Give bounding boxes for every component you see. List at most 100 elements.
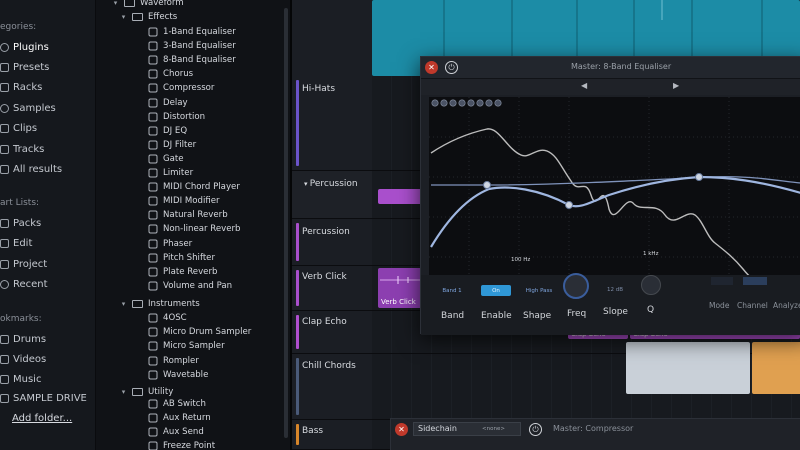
q-knob[interactable]	[641, 275, 661, 295]
folder-icon	[0, 374, 9, 384]
tree-item[interactable]: Micro Sampler	[148, 339, 225, 353]
tree-item-label: 3-Band Equaliser	[163, 41, 236, 52]
sidechain-field[interactable]: Sidechain <none>	[413, 422, 521, 436]
track-header-percussion-folder[interactable]: ▾ Percussion	[292, 171, 372, 219]
tree-item[interactable]: Non-linear Reverb	[148, 222, 241, 236]
band-selector[interactable]: Band 1	[437, 285, 467, 296]
track-header-hi-hats[interactable]: Hi-Hats	[292, 76, 372, 171]
category-tracks[interactable]: Tracks	[0, 140, 44, 158]
tree-item[interactable]: Freeze Point	[148, 439, 215, 450]
tree-item[interactable]: Wavetable	[148, 368, 208, 382]
category-all-results[interactable]: All results	[0, 160, 62, 178]
category-presets[interactable]: Presets	[0, 58, 49, 76]
track-header-percussion[interactable]: Percussion	[292, 219, 372, 266]
shape-selector[interactable]: High Pass	[521, 285, 557, 296]
category-plugins[interactable]: Plugins	[0, 38, 49, 56]
results-icon	[0, 164, 9, 174]
enable-toggle[interactable]: On	[481, 285, 511, 296]
bookmark-drums[interactable]: Drums	[0, 330, 46, 348]
clip-verb-click[interactable]: Verb Click	[378, 268, 422, 308]
tree-folder-effects[interactable]: ▾ Effects	[120, 10, 177, 24]
smart-list-project[interactable]: Project	[0, 255, 47, 273]
rack-icon	[0, 82, 9, 92]
tree-item[interactable]: AB Switch	[148, 397, 206, 411]
tree-item[interactable]: Plate Reverb	[148, 265, 217, 279]
chevron-down-icon: ▾	[113, 0, 118, 7]
smart-list-recent[interactable]: Recent	[0, 275, 48, 293]
chevron-down-icon: ▾	[121, 300, 126, 308]
track-header-bass[interactable]: Bass	[292, 420, 372, 450]
tree-item[interactable]: DJ Filter	[148, 138, 196, 152]
category-racks[interactable]: Racks	[0, 78, 42, 96]
tree-item[interactable]: MIDI Modifier	[148, 194, 220, 208]
tree-item[interactable]: Distortion	[148, 110, 205, 124]
previous-arrow-icon[interactable]: ◀	[581, 81, 587, 90]
channel-selector[interactable]	[743, 277, 767, 285]
tree-item[interactable]: Natural Reverb	[148, 208, 228, 222]
smart-list-packs[interactable]: Packs	[0, 214, 41, 232]
tree-item[interactable]: Limiter	[148, 166, 193, 180]
smart-list-edit[interactable]: Edit	[0, 234, 32, 252]
track-lane-chill-chords[interactable]	[372, 342, 800, 420]
tree-item[interactable]: Pitch Shifter	[148, 251, 215, 265]
tree-item[interactable]: 8-Band Equaliser	[148, 53, 236, 67]
q-label: Q	[647, 305, 655, 315]
clip-percussion[interactable]	[378, 189, 422, 204]
category-label: Samples	[13, 102, 56, 114]
eq-titlebar[interactable]: ✕ ⏻ Master: 8-Band Equaliser	[421, 57, 800, 79]
track-header-clap-echo[interactable]: Clap Echo	[292, 311, 372, 354]
power-icon[interactable]: ⏻	[445, 61, 458, 74]
folder-icon	[132, 13, 143, 21]
tree-root-waveform[interactable]: ▾ Waveform	[112, 0, 184, 10]
tree-item[interactable]: Aux Return	[148, 411, 211, 425]
track-header-chill-chords[interactable]: Chill Chords	[292, 354, 372, 420]
smart-list-label: Packs	[13, 217, 42, 229]
preset-icon	[0, 62, 9, 72]
plugin-icon	[148, 69, 158, 79]
plugin-icon	[148, 98, 158, 108]
track-name: Bass	[302, 426, 324, 436]
close-icon[interactable]: ✕	[395, 423, 408, 436]
category-samples[interactable]: Samples	[0, 99, 56, 117]
add-folder-link[interactable]: Add folder...	[12, 409, 72, 427]
tree-item[interactable]: MIDI Chord Player	[148, 180, 240, 194]
tree-item[interactable]: Gate	[148, 152, 184, 166]
tree-item[interactable]: Micro Drum Sampler	[148, 325, 251, 339]
track-header-verb-click[interactable]: Verb Click	[292, 266, 372, 311]
tree-item[interactable]: Delay	[148, 96, 188, 110]
tree-item[interactable]: DJ EQ	[148, 124, 187, 138]
category-label: Tracks	[13, 143, 45, 155]
tree-item-label: Compressor	[163, 83, 215, 94]
tree-item[interactable]: 1-Band Equaliser	[148, 25, 236, 39]
bookmark-sample-drive[interactable]: SAMPLE DRIVE	[0, 389, 87, 407]
eq-plugin-window[interactable]: ✕ ⏻ Master: 8-Band Equaliser ◀ ▶ 100 Hz …	[420, 56, 800, 335]
tree-item[interactable]: Rompler	[148, 354, 199, 368]
tree-item-label: Freeze Point	[163, 441, 216, 450]
tree-item[interactable]: 3-Band Equaliser	[148, 39, 236, 53]
category-clips[interactable]: Clips	[0, 119, 37, 137]
clip-chill-chords[interactable]	[626, 342, 750, 394]
plugin-tree: ▾ Waveform ▾ Effects ▾ Instruments ▾ Uti…	[96, 0, 292, 450]
tree-item[interactable]: 4OSC	[148, 311, 187, 325]
slope-value[interactable]: 12 dB	[607, 287, 623, 293]
tree-item[interactable]: Volume and Pan	[148, 279, 232, 293]
tree-item-label: Chorus	[163, 69, 194, 80]
tree-item[interactable]: Aux Send	[148, 425, 204, 439]
next-arrow-icon[interactable]: ▶	[673, 81, 679, 90]
bookmark-videos[interactable]: Videos	[0, 350, 46, 368]
mode-selector[interactable]	[711, 277, 733, 285]
power-icon[interactable]: ⏻	[529, 423, 542, 436]
tree-item[interactable]: Compressor	[148, 81, 214, 95]
close-icon[interactable]: ✕	[425, 61, 438, 74]
freq-knob[interactable]	[563, 273, 589, 299]
bookmark-music[interactable]: Music	[0, 370, 41, 388]
tree-scrollbar[interactable]	[284, 8, 288, 438]
tree-item-label: Micro Sampler	[163, 341, 225, 352]
tree-folder-instruments[interactable]: ▾ Instruments	[120, 297, 200, 311]
tree-item-label: Micro Drum Sampler	[163, 327, 252, 338]
tree-item[interactable]: Phaser	[148, 237, 192, 251]
plugin-icon	[148, 224, 158, 234]
compressor-plugin-window[interactable]: ✕ Sidechain <none> ⏻ Master: Compressor	[390, 418, 800, 450]
tree-item[interactable]: Chorus	[148, 67, 193, 81]
clip-chill-chords-orange[interactable]	[752, 342, 800, 394]
